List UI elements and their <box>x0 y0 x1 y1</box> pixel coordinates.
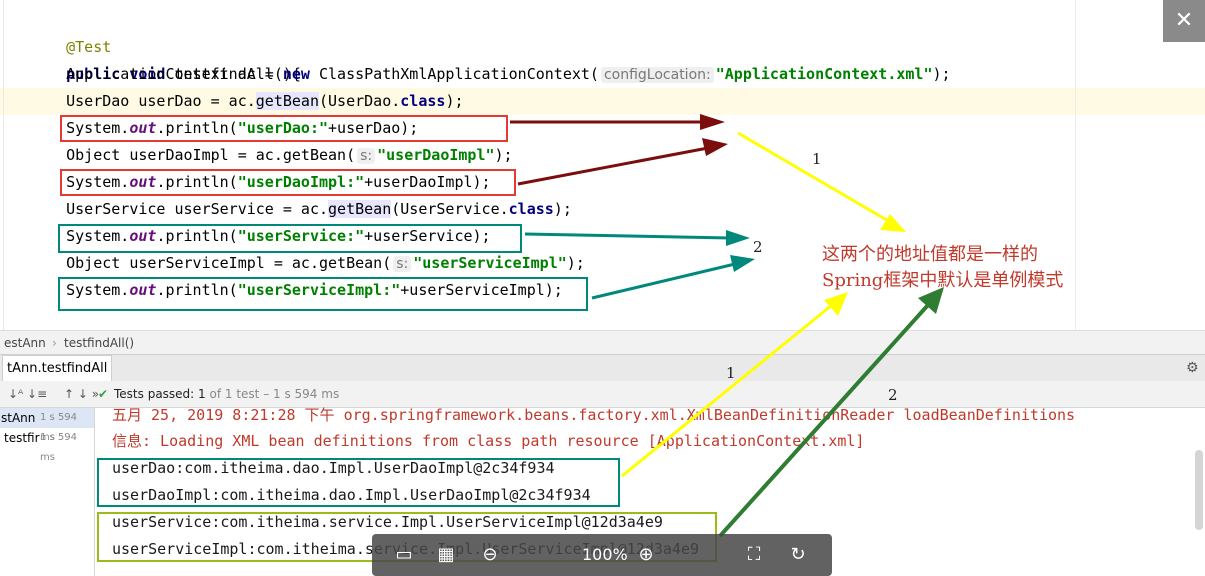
annotation-note-line2: Spring框架中默认是单例模式 <box>822 270 1064 291</box>
marker-number: 1 <box>726 364 736 382</box>
fullscreen-icon[interactable]: ⛶ <box>742 543 766 567</box>
save-icon[interactable]: ▭ <box>392 543 416 567</box>
grid-icon[interactable]: ▦ <box>434 543 458 567</box>
zoom-out-icon[interactable]: ⊖ <box>478 543 502 567</box>
annotation-note-line1: 这两个的地址值都是一样的 <box>822 244 1038 265</box>
marker-number: 2 <box>753 238 763 256</box>
marker-number: 1 <box>812 150 822 168</box>
zoom-level: 100% <box>582 545 628 564</box>
image-viewer-toolbar: ▭ ▦ ⊖ 100% ⊕ ⛶ ↻ <box>372 534 832 576</box>
marker-number: 2 <box>888 386 898 404</box>
rotate-icon[interactable]: ↻ <box>786 543 810 567</box>
zoom-in-icon[interactable]: ⊕ <box>634 543 658 567</box>
